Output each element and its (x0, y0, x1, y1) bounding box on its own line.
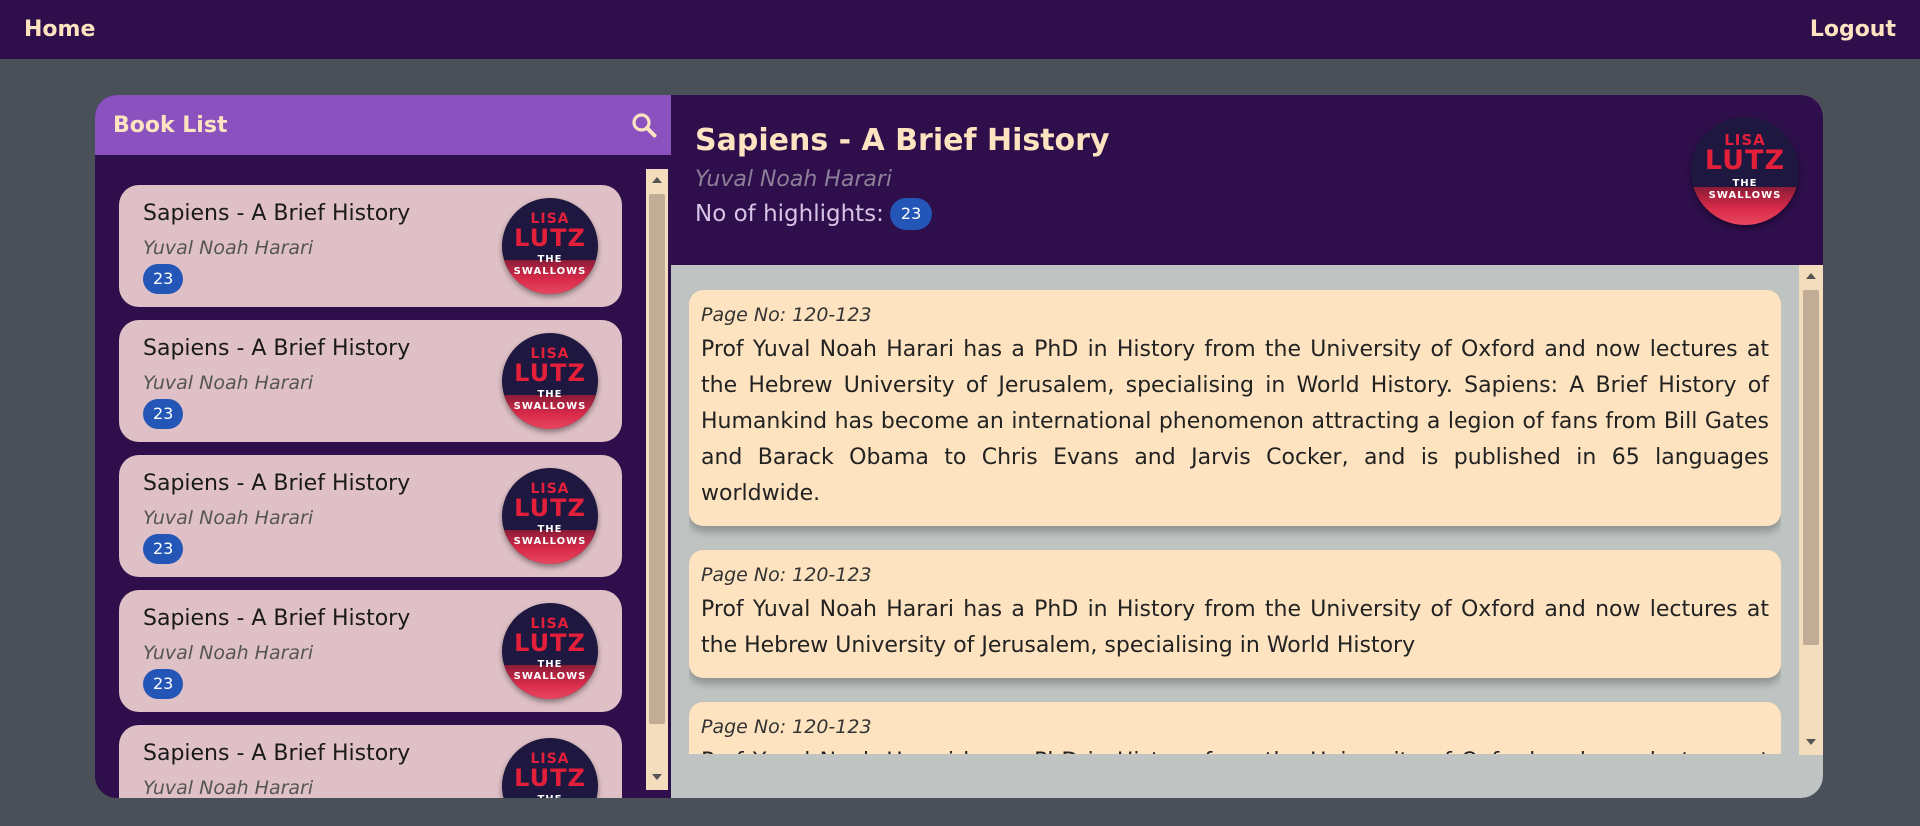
cover-text: SWALLOWS (513, 401, 587, 412)
book-list-panel: Book List Sapiens - A Brief History Yuva… (95, 95, 671, 798)
book-list-item[interactable]: Sapiens - A Brief History Yuval Noah Har… (119, 185, 622, 307)
cover-text: LUTZ (514, 629, 586, 657)
cover-text: LUTZ (514, 494, 586, 522)
cover-text: LUTZ (514, 224, 586, 252)
book-author: Yuval Noah Harari (143, 507, 314, 529)
scroll-down-arrow-icon[interactable] (652, 774, 662, 780)
highlight-card: Page No: 120-123 Prof Yuval Noah Harari … (689, 702, 1781, 754)
cover-text: SWALLOWS (513, 671, 587, 682)
scrollbar-thumb[interactable] (649, 194, 665, 724)
book-author: Yuval Noah Harari (143, 777, 314, 798)
book-title: Sapiens - A Brief History (143, 201, 411, 226)
book-list-item[interactable]: Sapiens - A Brief History Yuval Noah Har… (119, 725, 622, 798)
highlight-count-badge: 23 (143, 264, 184, 294)
cover-text: LUTZ (514, 359, 586, 387)
highlight-card: Page No: 120-123 Prof Yuval Noah Harari … (689, 290, 1781, 526)
book-cover-image: LISA LUTZ THE SWALLOWS (502, 603, 598, 699)
book-list-item[interactable]: Sapiens - A Brief History Yuval Noah Har… (119, 455, 622, 577)
cover-text: THE (537, 254, 563, 265)
cover-text: SWALLOWS (513, 536, 587, 547)
highlights-count-line: No of highlights: 23 (695, 198, 933, 230)
highlights-list: Page No: 120-123 Prof Yuval Noah Harari … (689, 290, 1781, 754)
book-author: Yuval Noah Harari (143, 237, 314, 259)
highlight-count-badge: 23 (889, 198, 933, 230)
book-detail-panel: Sapiens - A Brief History Yuval Noah Har… (671, 95, 1823, 798)
scroll-up-arrow-icon[interactable] (1806, 273, 1816, 279)
cover-text: THE (502, 794, 598, 798)
book-list-scrollbar[interactable] (646, 169, 668, 790)
book-detail-header: Sapiens - A Brief History Yuval Noah Har… (671, 95, 1823, 265)
highlight-text: Prof Yuval Noah Harari has a PhD in Hist… (701, 744, 1769, 754)
highlight-page-number: Page No: 120-123 (701, 564, 872, 586)
book-author: Yuval Noah Harari (143, 642, 314, 664)
highlight-page-number: Page No: 120-123 (701, 716, 872, 738)
book-list-item[interactable]: Sapiens - A Brief History Yuval Noah Har… (119, 590, 622, 712)
cover-text: THE (1732, 178, 1758, 189)
highlight-count-badge: 23 (143, 534, 184, 564)
book-cover-image: LISA LUTZ THE SWALLOWS (502, 738, 598, 798)
cover-text: THE (537, 659, 563, 670)
highlight-page-number: Page No: 120-123 (701, 304, 872, 326)
detail-book-title: Sapiens - A Brief History (695, 123, 1110, 158)
highlight-text: Prof Yuval Noah Harari has a PhD in Hist… (701, 597, 1769, 658)
book-title: Sapiens - A Brief History (143, 606, 411, 631)
cover-text: THE (537, 524, 563, 535)
book-list-item[interactable]: Sapiens - A Brief History Yuval Noah Har… (119, 320, 622, 442)
detail-book-cover-image: LISA LUTZ THE SWALLOWS (1691, 117, 1799, 225)
cover-text: SWALLOWS (1708, 190, 1782, 201)
cover-text: LUTZ (514, 764, 586, 792)
book-list: Sapiens - A Brief History Yuval Noah Har… (119, 185, 622, 798)
top-navbar: Home Logout (0, 0, 1920, 59)
cover-text: SWALLOWS (513, 266, 587, 277)
home-link[interactable]: Home (24, 17, 95, 42)
book-title: Sapiens - A Brief History (143, 471, 411, 496)
cover-text: LUTZ (1704, 145, 1786, 176)
scroll-down-arrow-icon[interactable] (1806, 739, 1816, 745)
book-cover-image: LISA LUTZ THE SWALLOWS (502, 333, 598, 429)
scrollbar-thumb[interactable] (1803, 290, 1819, 645)
highlights-label: No of highlights: (695, 201, 884, 227)
book-author: Yuval Noah Harari (143, 372, 314, 394)
highlights-scrollbar[interactable] (1799, 265, 1823, 755)
book-title: Sapiens - A Brief History (143, 741, 411, 766)
highlight-count-badge: 23 (143, 669, 184, 699)
detail-book-author: Yuval Noah Harari (695, 167, 893, 192)
logout-link[interactable]: Logout (1810, 17, 1896, 42)
highlight-text: Prof Yuval Noah Harari has a PhD in Hist… (701, 337, 1769, 506)
book-list-title: Book List (113, 112, 228, 138)
book-cover-image: LISA LUTZ THE SWALLOWS (502, 468, 598, 564)
cover-text: THE (537, 389, 563, 400)
scroll-up-arrow-icon[interactable] (652, 177, 662, 183)
book-list-header: Book List (95, 95, 671, 155)
highlight-count-badge: 23 (143, 399, 184, 429)
book-cover-image: LISA LUTZ THE SWALLOWS (502, 198, 598, 294)
book-title: Sapiens - A Brief History (143, 336, 411, 361)
main-card: Book List Sapiens - A Brief History Yuva… (95, 95, 1823, 798)
highlight-card: Page No: 120-123 Prof Yuval Noah Harari … (689, 550, 1781, 678)
search-icon[interactable] (629, 110, 659, 140)
